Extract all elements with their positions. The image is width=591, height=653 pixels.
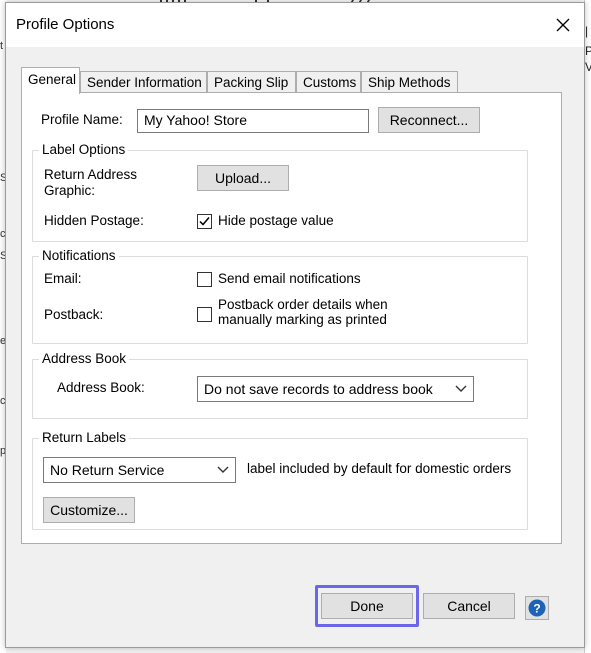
reconnect-button[interactable]: Reconnect... — [378, 107, 480, 133]
cancel-button[interactable]: Cancel — [423, 593, 515, 619]
postback-label: Postback: — [44, 307, 104, 322]
chevron-down-icon — [217, 466, 229, 473]
checkmark-icon — [199, 217, 210, 226]
address-book-label: Address Book: — [57, 380, 145, 395]
return-labels-group: Return Labels No Return Service label in… — [32, 430, 528, 530]
address-book-group: Address Book Address Book: Do not save r… — [32, 351, 528, 419]
address-book-select[interactable]: Do not save records to address book — [197, 376, 474, 402]
done-button[interactable]: Done — [321, 593, 413, 619]
return-service-selected-value: No Return Service — [50, 462, 165, 478]
profile-options-dialog: Profile Options General Sender Informati… — [5, 2, 585, 648]
label-options-legend: Label Options — [39, 142, 129, 158]
address-book-legend: Address Book — [39, 351, 130, 367]
customize-button[interactable]: Customize... — [43, 497, 135, 523]
tab-sender-information[interactable]: Sender Information — [80, 71, 207, 93]
background-text: V — [585, 60, 591, 74]
close-icon — [556, 18, 570, 32]
customize-button-label: Customize... — [50, 502, 128, 518]
return-address-label-line2: Graphic: — [44, 183, 96, 198]
postback-checkbox-label-line2: manually marking as printed — [218, 312, 387, 327]
return-service-select[interactable]: No Return Service — [43, 457, 236, 483]
help-button[interactable]: ? — [525, 596, 549, 620]
notifications-legend: Notifications — [39, 248, 119, 264]
done-button-label: Done — [350, 598, 384, 614]
close-button[interactable] — [548, 11, 578, 39]
return-labels-legend: Return Labels — [39, 430, 130, 446]
title-bar: Profile Options — [6, 3, 584, 47]
address-book-selected-value: Do not save records to address book — [204, 381, 433, 397]
background-right-strip — [584, 0, 591, 653]
tab-ship-methods[interactable]: Ship Methods — [361, 71, 458, 93]
notifications-group: Notifications Email: Send email notifica… — [32, 248, 528, 344]
background-text: P — [585, 44, 591, 58]
reconnect-button-label: Reconnect... — [389, 112, 469, 128]
svg-text:?: ? — [533, 602, 540, 616]
help-icon: ? — [528, 599, 546, 617]
tab-customs[interactable]: Customs — [296, 71, 361, 93]
chevron-down-icon — [455, 385, 467, 392]
tab-packing-slip[interactable]: Packing Slip — [207, 71, 296, 93]
postback-checkbox-label-line1: Postback order details when — [218, 297, 388, 312]
hide-postage-checkbox[interactable] — [197, 214, 212, 229]
profile-name-input[interactable]: My Yahoo! Store — [137, 109, 369, 133]
hidden-postage-label: Hidden Postage: — [44, 213, 144, 228]
return-address-graphic-label: Return Address Graphic: — [44, 167, 137, 199]
upload-button-label: Upload... — [214, 170, 272, 186]
profile-name-label: Profile Name: — [41, 112, 123, 127]
tab-general[interactable]: General — [21, 67, 80, 94]
return-labels-suffix-text: label included by default for domestic o… — [247, 461, 512, 476]
email-label: Email: — [44, 271, 82, 286]
label-options-group: Label Options Return Address Graphic: Up… — [32, 142, 528, 242]
email-notifications-checkbox-label[interactable]: Send email notifications — [218, 271, 361, 286]
return-address-label-line1: Return Address — [44, 167, 138, 182]
cancel-button-label: Cancel — [447, 598, 491, 614]
postback-checkbox-label[interactable]: Postback order details when manually mar… — [218, 297, 388, 327]
hide-postage-checkbox-label[interactable]: Hide postage value — [218, 213, 334, 228]
upload-button[interactable]: Upload... — [197, 165, 289, 191]
dialog-title: Profile Options — [16, 16, 115, 33]
background-text: t — [0, 40, 4, 52]
email-notifications-checkbox[interactable] — [197, 272, 212, 287]
general-tab-panel: Profile Name: My Yahoo! Store Reconnect.… — [21, 92, 562, 544]
background-text: | — [585, 24, 589, 38]
postback-checkbox[interactable] — [197, 307, 212, 322]
